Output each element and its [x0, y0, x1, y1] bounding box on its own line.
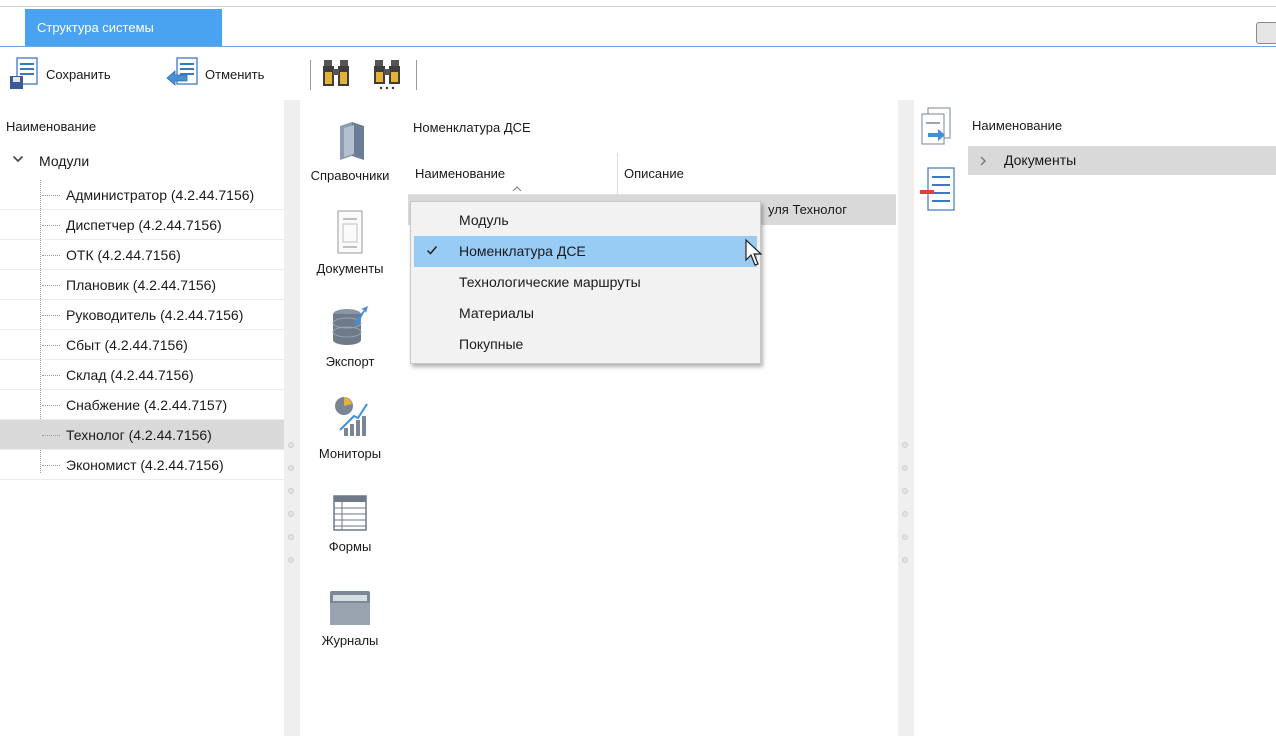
tree-branch-line [42, 195, 60, 196]
database-export-icon [300, 298, 400, 348]
toolbar-separator [416, 60, 417, 90]
nav-monitors-label: Мониторы [318, 446, 382, 461]
chevron-down-icon [12, 146, 24, 176]
tree-root-label: Модули [39, 153, 90, 169]
nav-documents[interactable]: Документы [300, 205, 400, 276]
tree-item-label: Технолог (4.2.44.7156) [66, 427, 212, 443]
tree-item-label: Снабжение (4.2.44.7157) [66, 397, 228, 413]
tab-system-structure[interactable]: Структура системы [25, 9, 222, 46]
tree-item-label: Администратор (4.2.44.7156) [66, 187, 255, 203]
tree-branch-line [42, 375, 60, 376]
tree-branch-line [42, 225, 60, 226]
dropdown-option-module[interactable]: Модуль [414, 205, 757, 236]
save-label: Сохранить [46, 66, 111, 82]
books-icon [300, 112, 400, 162]
table-form-icon [300, 483, 400, 533]
nav-documents-label: Документы [316, 261, 384, 276]
dropdown-option-label: Покупные [459, 336, 524, 352]
dropdown-option-materials[interactable]: Материалы [414, 298, 757, 329]
tree-item-label: Плановик (4.2.44.7156) [66, 277, 217, 293]
tree-item-label: Сбыт (4.2.44.7156) [66, 337, 188, 353]
column-divider [617, 153, 618, 195]
tree-item-label: ОТК (4.2.44.7156) [66, 247, 181, 263]
checkmark-icon [426, 236, 438, 267]
dropdown-option-nomenclature[interactable]: Номенклатура ДСЕ [414, 236, 757, 267]
find-icon[interactable] [322, 58, 350, 93]
nav-forms[interactable]: Формы [300, 483, 400, 554]
tree-branch-line [42, 285, 60, 286]
undo-icon [165, 56, 201, 93]
column-header-description[interactable]: Описание [624, 153, 884, 195]
row-description: уля Технолог [768, 202, 847, 217]
chevron-right-icon[interactable] [978, 146, 988, 175]
nav-directories[interactable]: Справочники [300, 112, 400, 183]
nav-monitors[interactable]: Мониторы [300, 390, 400, 461]
toolbar-separator [310, 60, 311, 90]
tree-item-label: Диспетчер (4.2.44.7156) [66, 217, 222, 233]
folder-icon [300, 577, 400, 627]
right-splitter[interactable] [898, 100, 914, 736]
dropdown-option-purchased[interactable]: Покупные [414, 329, 757, 360]
tree-branch-line [42, 465, 60, 466]
left-column-header: Наименование [6, 119, 97, 134]
tree-item-label: Экономист (4.2.44.7156) [66, 457, 224, 473]
document-icon [300, 205, 400, 255]
tree-item-label: Документы [1004, 152, 1077, 168]
nav-directories-label: Справочники [310, 168, 390, 183]
move-document-icon[interactable] [918, 106, 958, 155]
tree-root-modules[interactable]: Модули [0, 146, 284, 176]
remove-document-icon[interactable] [918, 166, 958, 217]
tree-item-label: Склад (4.2.44.7156) [66, 367, 194, 383]
cancel-button[interactable]: Отменить [165, 54, 264, 94]
nav-forms-label: Формы [328, 539, 372, 554]
tree-branch-line [42, 345, 60, 346]
dropdown-option-routes[interactable]: Технологические маршруты [414, 267, 757, 298]
find-next-icon[interactable] [373, 58, 401, 93]
nav-export[interactable]: Экспорт [300, 298, 400, 369]
restore-window-button[interactable] [1256, 22, 1276, 44]
tree-item-label: Руководитель (4.2.44.7156) [66, 307, 244, 323]
column-header-name-label: Наименование [415, 166, 506, 181]
tree-item-documents[interactable]: Документы [968, 146, 1276, 175]
dropdown-option-label: Технологические маршруты [459, 274, 641, 290]
nav-journals-label: Журналы [321, 633, 379, 648]
mouse-cursor-icon [744, 238, 764, 271]
dropdown-option-label: Материалы [459, 305, 534, 321]
right-column-header: Наименование [972, 118, 1063, 133]
grid-title: Номенклатура ДСЕ [413, 120, 531, 135]
grid-header: Наименование Описание [408, 153, 896, 195]
tree-branch-line [42, 405, 60, 406]
tree-branch-line [42, 435, 60, 436]
cancel-label: Отменить [205, 66, 265, 82]
tree-branch-line [42, 255, 60, 256]
type-dropdown-menu: Модуль Номенклатура ДСЕ Технологические … [410, 201, 761, 364]
sort-ascending-icon [511, 181, 523, 192]
save-button[interactable]: Сохранить [8, 54, 111, 94]
column-header-description-label: Описание [624, 166, 684, 181]
dropdown-option-label: Модуль [459, 212, 509, 228]
nav-journals[interactable]: Журналы [300, 577, 400, 648]
dropdown-option-label: Номенклатура ДСЕ [459, 243, 586, 259]
monitor-chart-icon [300, 390, 400, 440]
save-icon [8, 56, 42, 93]
nav-export-label: Экспорт [325, 354, 375, 369]
tree-branch-line [42, 315, 60, 316]
left-splitter[interactable] [284, 100, 300, 736]
